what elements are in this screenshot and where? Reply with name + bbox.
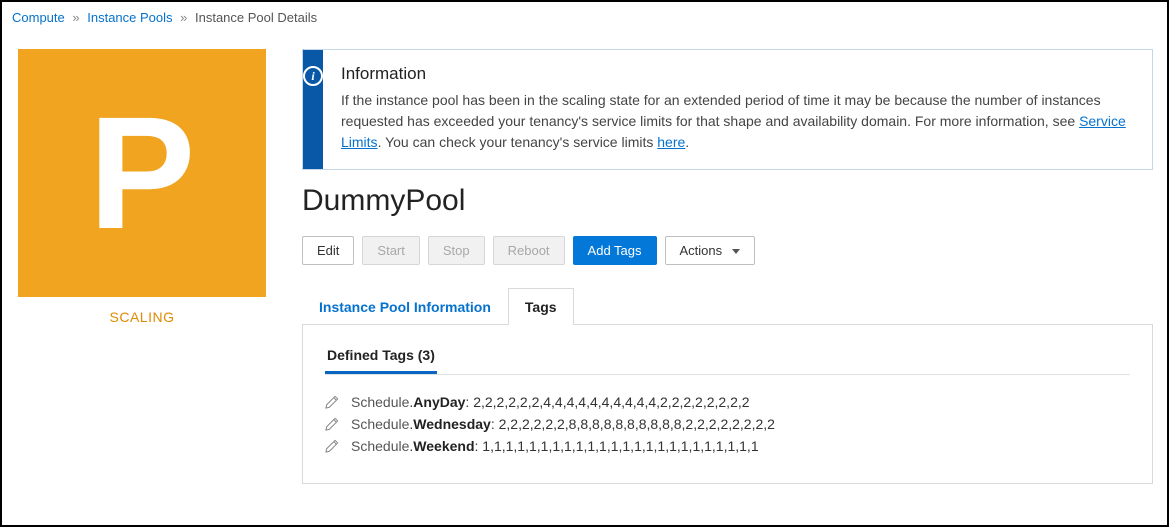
tag-row: Schedule.Weekend: 1,1,1,1,1,1,1,1,1,1,1,… bbox=[325, 435, 1130, 457]
info-banner: i Information If the instance pool has b… bbox=[302, 49, 1153, 170]
tag-row: Schedule.AnyDay: 2,2,2,2,2,2,4,4,4,4,4,4… bbox=[325, 391, 1130, 413]
chevron-down-icon bbox=[732, 249, 740, 254]
reboot-button: Reboot bbox=[493, 236, 565, 265]
tag-key: AnyDay bbox=[413, 394, 465, 410]
breadcrumb-link-compute[interactable]: Compute bbox=[12, 10, 65, 25]
start-button: Start bbox=[362, 236, 419, 265]
tag-text: Schedule.Wednesday: 2,2,2,2,2,2,8,8,8,8,… bbox=[351, 416, 775, 432]
info-text-pre: If the instance pool has been in the sca… bbox=[341, 92, 1101, 129]
defined-tags-subtab[interactable]: Defined Tags (3) bbox=[325, 343, 437, 374]
tag-text: Schedule.Weekend: 1,1,1,1,1,1,1,1,1,1,1,… bbox=[351, 438, 759, 454]
tile-letter: P bbox=[89, 81, 196, 265]
edit-button[interactable]: Edit bbox=[302, 236, 354, 265]
tag-namespace: Schedule bbox=[351, 438, 409, 454]
breadcrumb-sep: » bbox=[68, 10, 83, 25]
pencil-icon[interactable] bbox=[325, 439, 339, 453]
breadcrumb: Compute » Instance Pools » Instance Pool… bbox=[2, 2, 1167, 31]
tag-value: 2,2,2,2,2,2,8,8,8,8,8,8,8,8,8,8,2,2,2,2,… bbox=[499, 416, 775, 432]
status-label: SCALING bbox=[110, 309, 175, 325]
breadcrumb-link-instance-pools[interactable]: Instance Pools bbox=[87, 10, 172, 25]
sub-tab-bar: Defined Tags (3) bbox=[325, 343, 1130, 375]
info-text: If the instance pool has been in the sca… bbox=[341, 90, 1134, 153]
info-heading: Information bbox=[341, 64, 1134, 84]
stop-button: Stop bbox=[428, 236, 485, 265]
actions-button[interactable]: Actions bbox=[665, 236, 755, 265]
here-link[interactable]: here bbox=[657, 134, 685, 150]
tags-list: Schedule.AnyDay: 2,2,2,2,2,2,4,4,4,4,4,4… bbox=[325, 391, 1130, 457]
breadcrumb-current: Instance Pool Details bbox=[195, 10, 317, 25]
tags-panel: Defined Tags (3) Schedule.AnyDay: 2,2,2,… bbox=[302, 325, 1153, 484]
breadcrumb-sep: » bbox=[176, 10, 191, 25]
tab-bar: Instance Pool Information Tags bbox=[302, 287, 1153, 325]
actions-button-label: Actions bbox=[680, 243, 723, 258]
tag-key: Weekend bbox=[413, 438, 474, 454]
info-text-mid: . You can check your tenancy's service l… bbox=[378, 134, 658, 150]
tag-namespace: Schedule bbox=[351, 416, 409, 432]
pencil-icon[interactable] bbox=[325, 417, 339, 431]
tab-tags[interactable]: Tags bbox=[508, 288, 574, 325]
add-tags-button[interactable]: Add Tags bbox=[573, 236, 657, 265]
action-button-row: Edit Start Stop Reboot Add Tags Actions bbox=[302, 236, 1153, 265]
tab-instance-pool-info[interactable]: Instance Pool Information bbox=[302, 288, 508, 325]
pencil-icon[interactable] bbox=[325, 395, 339, 409]
info-icon-strip: i bbox=[303, 50, 323, 169]
info-icon: i bbox=[303, 66, 323, 86]
tag-text: Schedule.AnyDay: 2,2,2,2,2,2,4,4,4,4,4,4… bbox=[351, 394, 750, 410]
tag-value: 2,2,2,2,2,2,4,4,4,4,4,4,4,4,4,4,2,2,2,2,… bbox=[473, 394, 749, 410]
tag-row: Schedule.Wednesday: 2,2,2,2,2,2,8,8,8,8,… bbox=[325, 413, 1130, 435]
resource-tile: P bbox=[18, 49, 266, 297]
info-text-post: . bbox=[685, 134, 689, 150]
tag-namespace: Schedule bbox=[351, 394, 409, 410]
page-title: DummyPool bbox=[302, 184, 1153, 218]
tag-key: Wednesday bbox=[413, 416, 491, 432]
tag-value: 1,1,1,1,1,1,1,1,1,1,1,1,1,1,1,1,1,1,1,1,… bbox=[482, 438, 758, 454]
